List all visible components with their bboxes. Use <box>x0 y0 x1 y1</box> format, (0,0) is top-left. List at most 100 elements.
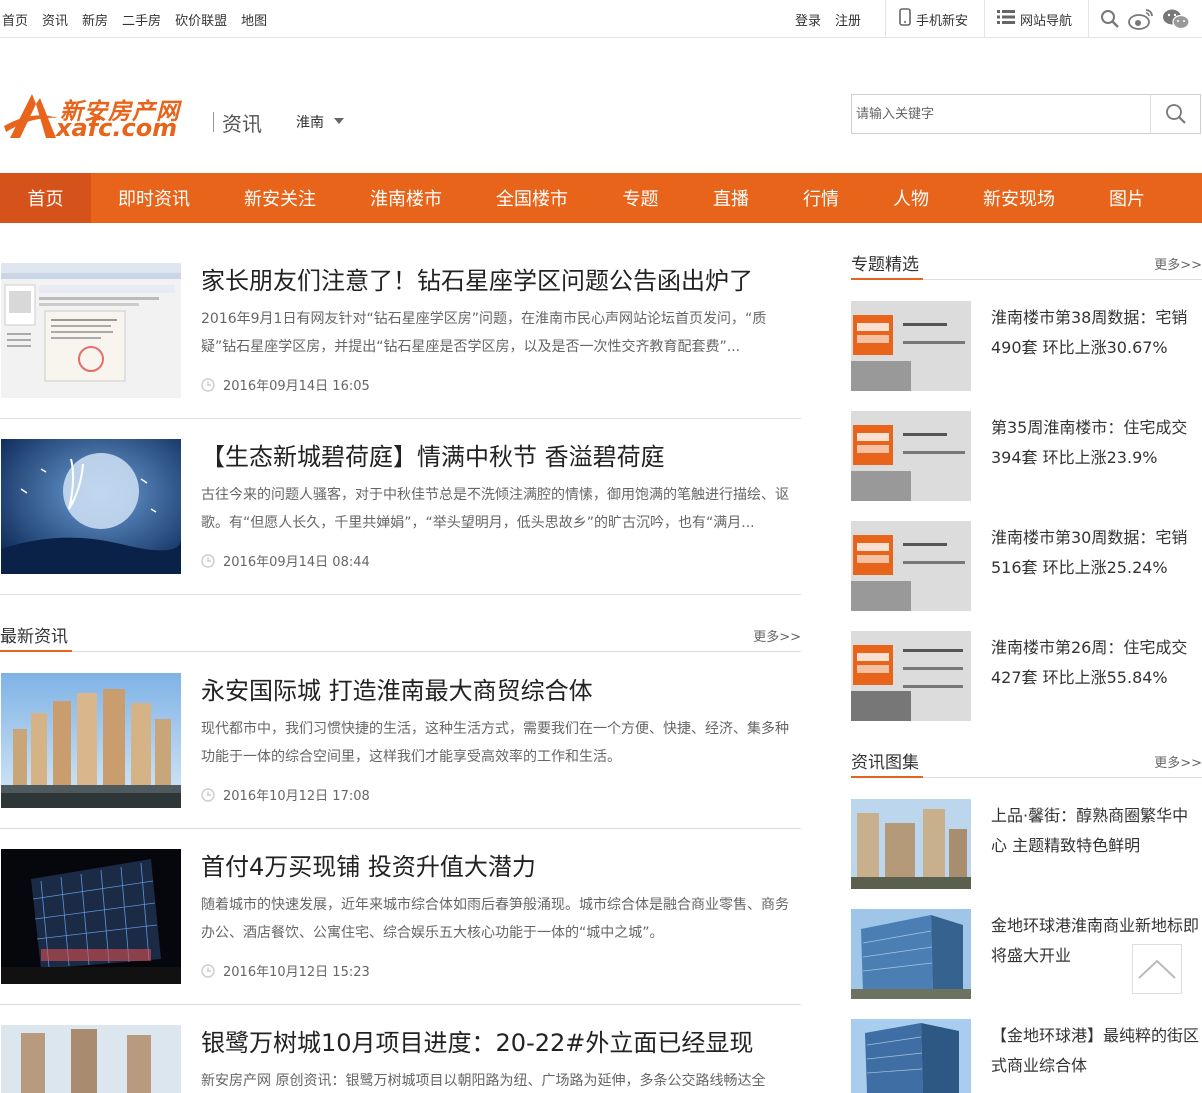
nav-home[interactable]: 首页 <box>0 173 91 223</box>
nav-xinan-focus[interactable]: 新安关注 <box>217 173 343 223</box>
nav-instant-news[interactable]: 即时资讯 <box>91 173 217 223</box>
login-link[interactable]: 登录 <box>795 10 821 29</box>
mobile-link[interactable]: 手机新安 <box>899 0 968 38</box>
latest-news-more-link[interactable]: 更多>> <box>753 626 801 645</box>
special-item[interactable]: 淮南楼市第38周数据：宅销490套 环比上涨30.67% <box>851 301 1202 391</box>
article-item[interactable]: 永安国际城 打造淮南最大商贸综合体 现代都市中，我们习惯快捷的生活，这种生活方式… <box>0 673 801 829</box>
article-item[interactable]: 银鹭万树城10月项目进度：20-22#外立面已经显现 新安房产网 原创资讯：银鹭… <box>0 1025 801 1093</box>
gallery-thumbnail[interactable] <box>851 1019 971 1093</box>
article-summary: 2016年9月1日有网友针对“钻石星座学区房”问题，在淮南市民心声网站论坛首页发… <box>201 311 767 355</box>
nav-people[interactable]: 人物 <box>866 173 956 223</box>
chevron-up-icon <box>1138 959 1176 979</box>
gallery-title[interactable]: 【金地环球港】最纯粹的街区式商业综合体 <box>991 1021 1201 1081</box>
top-nav-bargain[interactable]: 砍价联盟 <box>175 10 227 29</box>
logo-text-en: xafc.com <box>56 114 178 142</box>
search-icon[interactable] <box>1100 9 1120 29</box>
search-input[interactable] <box>856 95 1146 133</box>
gallery-more-link[interactable]: 更多>> <box>1154 752 1202 771</box>
article-title[interactable]: 银鹭万树城10月项目进度：20-22#外立面已经显现 <box>201 1023 753 1058</box>
top-bar: 首页 资讯 新房 二手房 砍价联盟 地图 登录 注册 手机新安 网站导航 <box>0 0 1202 38</box>
divider <box>0 1004 801 1005</box>
back-to-top-button[interactable] <box>1132 944 1182 994</box>
clock-icon <box>201 377 215 392</box>
special-heading: 专题精选 <box>851 255 919 275</box>
nav-xinan-scene[interactable]: 新安现场 <box>956 173 1082 223</box>
divider <box>1088 0 1089 37</box>
top-nav-home[interactable]: 首页 <box>2 10 28 29</box>
article-thumbnail[interactable] <box>1 263 181 398</box>
special-thumbnail[interactable] <box>851 521 971 611</box>
register-link[interactable]: 注册 <box>835 10 861 29</box>
gallery-header: 资讯图集 更多>> <box>851 748 1202 778</box>
article-thumbnail[interactable] <box>1 439 181 574</box>
nav-market-trend[interactable]: 行情 <box>776 173 866 223</box>
article-time: 2016年09月14日 16:05 <box>201 375 370 394</box>
auth-links: 登录 注册 <box>795 0 875 38</box>
article-summary: 古往今来的问题人骚客，对于中秋佳节总是不洗倾注满腔的情愫，御用饱满的笔触进行描绘… <box>201 487 789 531</box>
article-time-text: 2016年10月12日 17:08 <box>223 789 370 804</box>
wechat-icon[interactable] <box>1162 8 1190 30</box>
article-summary: 新安房产网 原创资讯：银鹭万树城项目以朝阳路为纽、广场路为延伸，多条公交路线畅达… <box>201 1073 766 1089</box>
article-time-text: 2016年09月14日 08:44 <box>223 555 370 570</box>
top-nav-secondhand[interactable]: 二手房 <box>122 10 161 29</box>
special-item[interactable]: 淮南楼市第26周：住宅成交427套 环比上涨55.84% <box>851 631 1202 721</box>
divider <box>0 651 801 652</box>
main-nav: 首页 即时资讯 新安关注 淮南楼市 全国楼市 专题 直播 行情 人物 新安现场 … <box>0 173 1202 223</box>
caret-down-icon[interactable] <box>334 118 344 124</box>
divider <box>0 828 801 829</box>
special-title[interactable]: 第35周淮南楼市：住宅成交394套 环比上涨23.9% <box>991 413 1201 473</box>
special-title[interactable]: 淮南楼市第26周：住宅成交427套 环比上涨55.84% <box>991 633 1201 693</box>
site-nav-link[interactable]: 网站导航 <box>997 0 1072 38</box>
clock-icon <box>201 963 215 978</box>
nav-pictures[interactable]: 图片 <box>1082 173 1172 223</box>
latest-news-header: 最新资讯 更多>> <box>0 622 801 652</box>
latest-news-heading: 最新资讯 <box>0 627 68 647</box>
article-time: 2016年10月12日 15:23 <box>201 961 370 980</box>
article-title[interactable]: 【生态新城碧荷庭】情满中秋节 香溢碧荷庭 <box>201 437 665 472</box>
special-thumbnail[interactable] <box>851 301 971 391</box>
top-nav-newhouse[interactable]: 新房 <box>82 10 108 29</box>
special-thumbnail[interactable] <box>851 631 971 721</box>
nav-live[interactable]: 直播 <box>686 173 776 223</box>
article-thumbnail[interactable] <box>1 849 181 984</box>
search-button[interactable] <box>1150 95 1200 133</box>
divider <box>0 594 801 595</box>
nav-national-market[interactable]: 全国楼市 <box>469 173 595 223</box>
article-title[interactable]: 永安国际城 打造淮南最大商贸综合体 <box>201 671 593 706</box>
article-thumbnail[interactable] <box>1 1025 181 1093</box>
special-header: 专题精选 更多>> <box>851 250 1202 280</box>
weibo-icon[interactable] <box>1128 8 1154 30</box>
special-thumbnail[interactable] <box>851 411 971 501</box>
article-time-text: 2016年10月12日 15:23 <box>223 965 370 980</box>
gallery-item[interactable]: 【金地环球港】最纯粹的街区式商业综合体 <box>851 1019 1202 1093</box>
mobile-phone-icon <box>899 8 911 30</box>
top-nav-map[interactable]: 地图 <box>241 10 267 29</box>
article-title[interactable]: 首付4万买现铺 投资升值大潜力 <box>201 847 536 882</box>
article-item[interactable]: 【生态新城碧荷庭】情满中秋节 香溢碧荷庭 古往今来的问题人骚客，对于中秋佳节总是… <box>0 439 801 595</box>
special-item[interactable]: 淮南楼市第30周数据：宅销516套 环比上涨25.24% <box>851 521 1202 611</box>
article-summary: 随着城市的快速发展，近年来城市综合体如雨后春笋般涌现。城市综合体是融合商业零售、… <box>201 897 789 941</box>
special-item[interactable]: 第35周淮南楼市：住宅成交394套 环比上涨23.9% <box>851 411 1202 501</box>
nav-huainan-market[interactable]: 淮南楼市 <box>343 173 469 223</box>
site-logo[interactable]: 新安房产网 xafc.com <box>2 92 202 142</box>
top-nav: 首页 资讯 新房 二手房 砍价联盟 地图 <box>2 0 281 38</box>
article-title[interactable]: 家长朋友们注意了！钻石星座学区问题公告函出炉了 <box>201 261 753 296</box>
special-title[interactable]: 淮南楼市第30周数据：宅销516套 环比上涨25.24% <box>991 523 1201 583</box>
divider <box>0 418 801 419</box>
city-selector[interactable]: 淮南 <box>296 112 324 132</box>
article-thumbnail[interactable] <box>1 673 181 808</box>
top-icons <box>1100 0 1198 38</box>
nav-topics[interactable]: 专题 <box>595 173 686 223</box>
top-nav-news[interactable]: 资讯 <box>42 10 68 29</box>
clock-icon <box>201 553 215 568</box>
gallery-title[interactable]: 上品·馨街：醇熟商圈繁华中心 主题精致特色鲜明 <box>991 801 1201 861</box>
special-title[interactable]: 淮南楼市第38周数据：宅销490套 环比上涨30.67% <box>991 303 1201 363</box>
article-summary: 现代都市中，我们习惯快捷的生活，这种生活方式，需要我们在一个方便、快捷、经济、集… <box>201 721 789 765</box>
gallery-item[interactable]: 上品·馨街：醇熟商圈繁华中心 主题精致特色鲜明 <box>851 799 1202 889</box>
gallery-thumbnail[interactable] <box>851 909 971 999</box>
article-item[interactable]: 家长朋友们注意了！钻石星座学区问题公告函出炉了 2016年9月1日有网友针对“钻… <box>0 263 801 419</box>
gallery-thumbnail[interactable] <box>851 799 971 889</box>
special-more-link[interactable]: 更多>> <box>1154 254 1202 273</box>
article-item[interactable]: 首付4万买现铺 投资升值大潜力 随着城市的快速发展，近年来城市综合体如雨后春笋般… <box>0 849 801 1005</box>
divider <box>213 112 214 132</box>
